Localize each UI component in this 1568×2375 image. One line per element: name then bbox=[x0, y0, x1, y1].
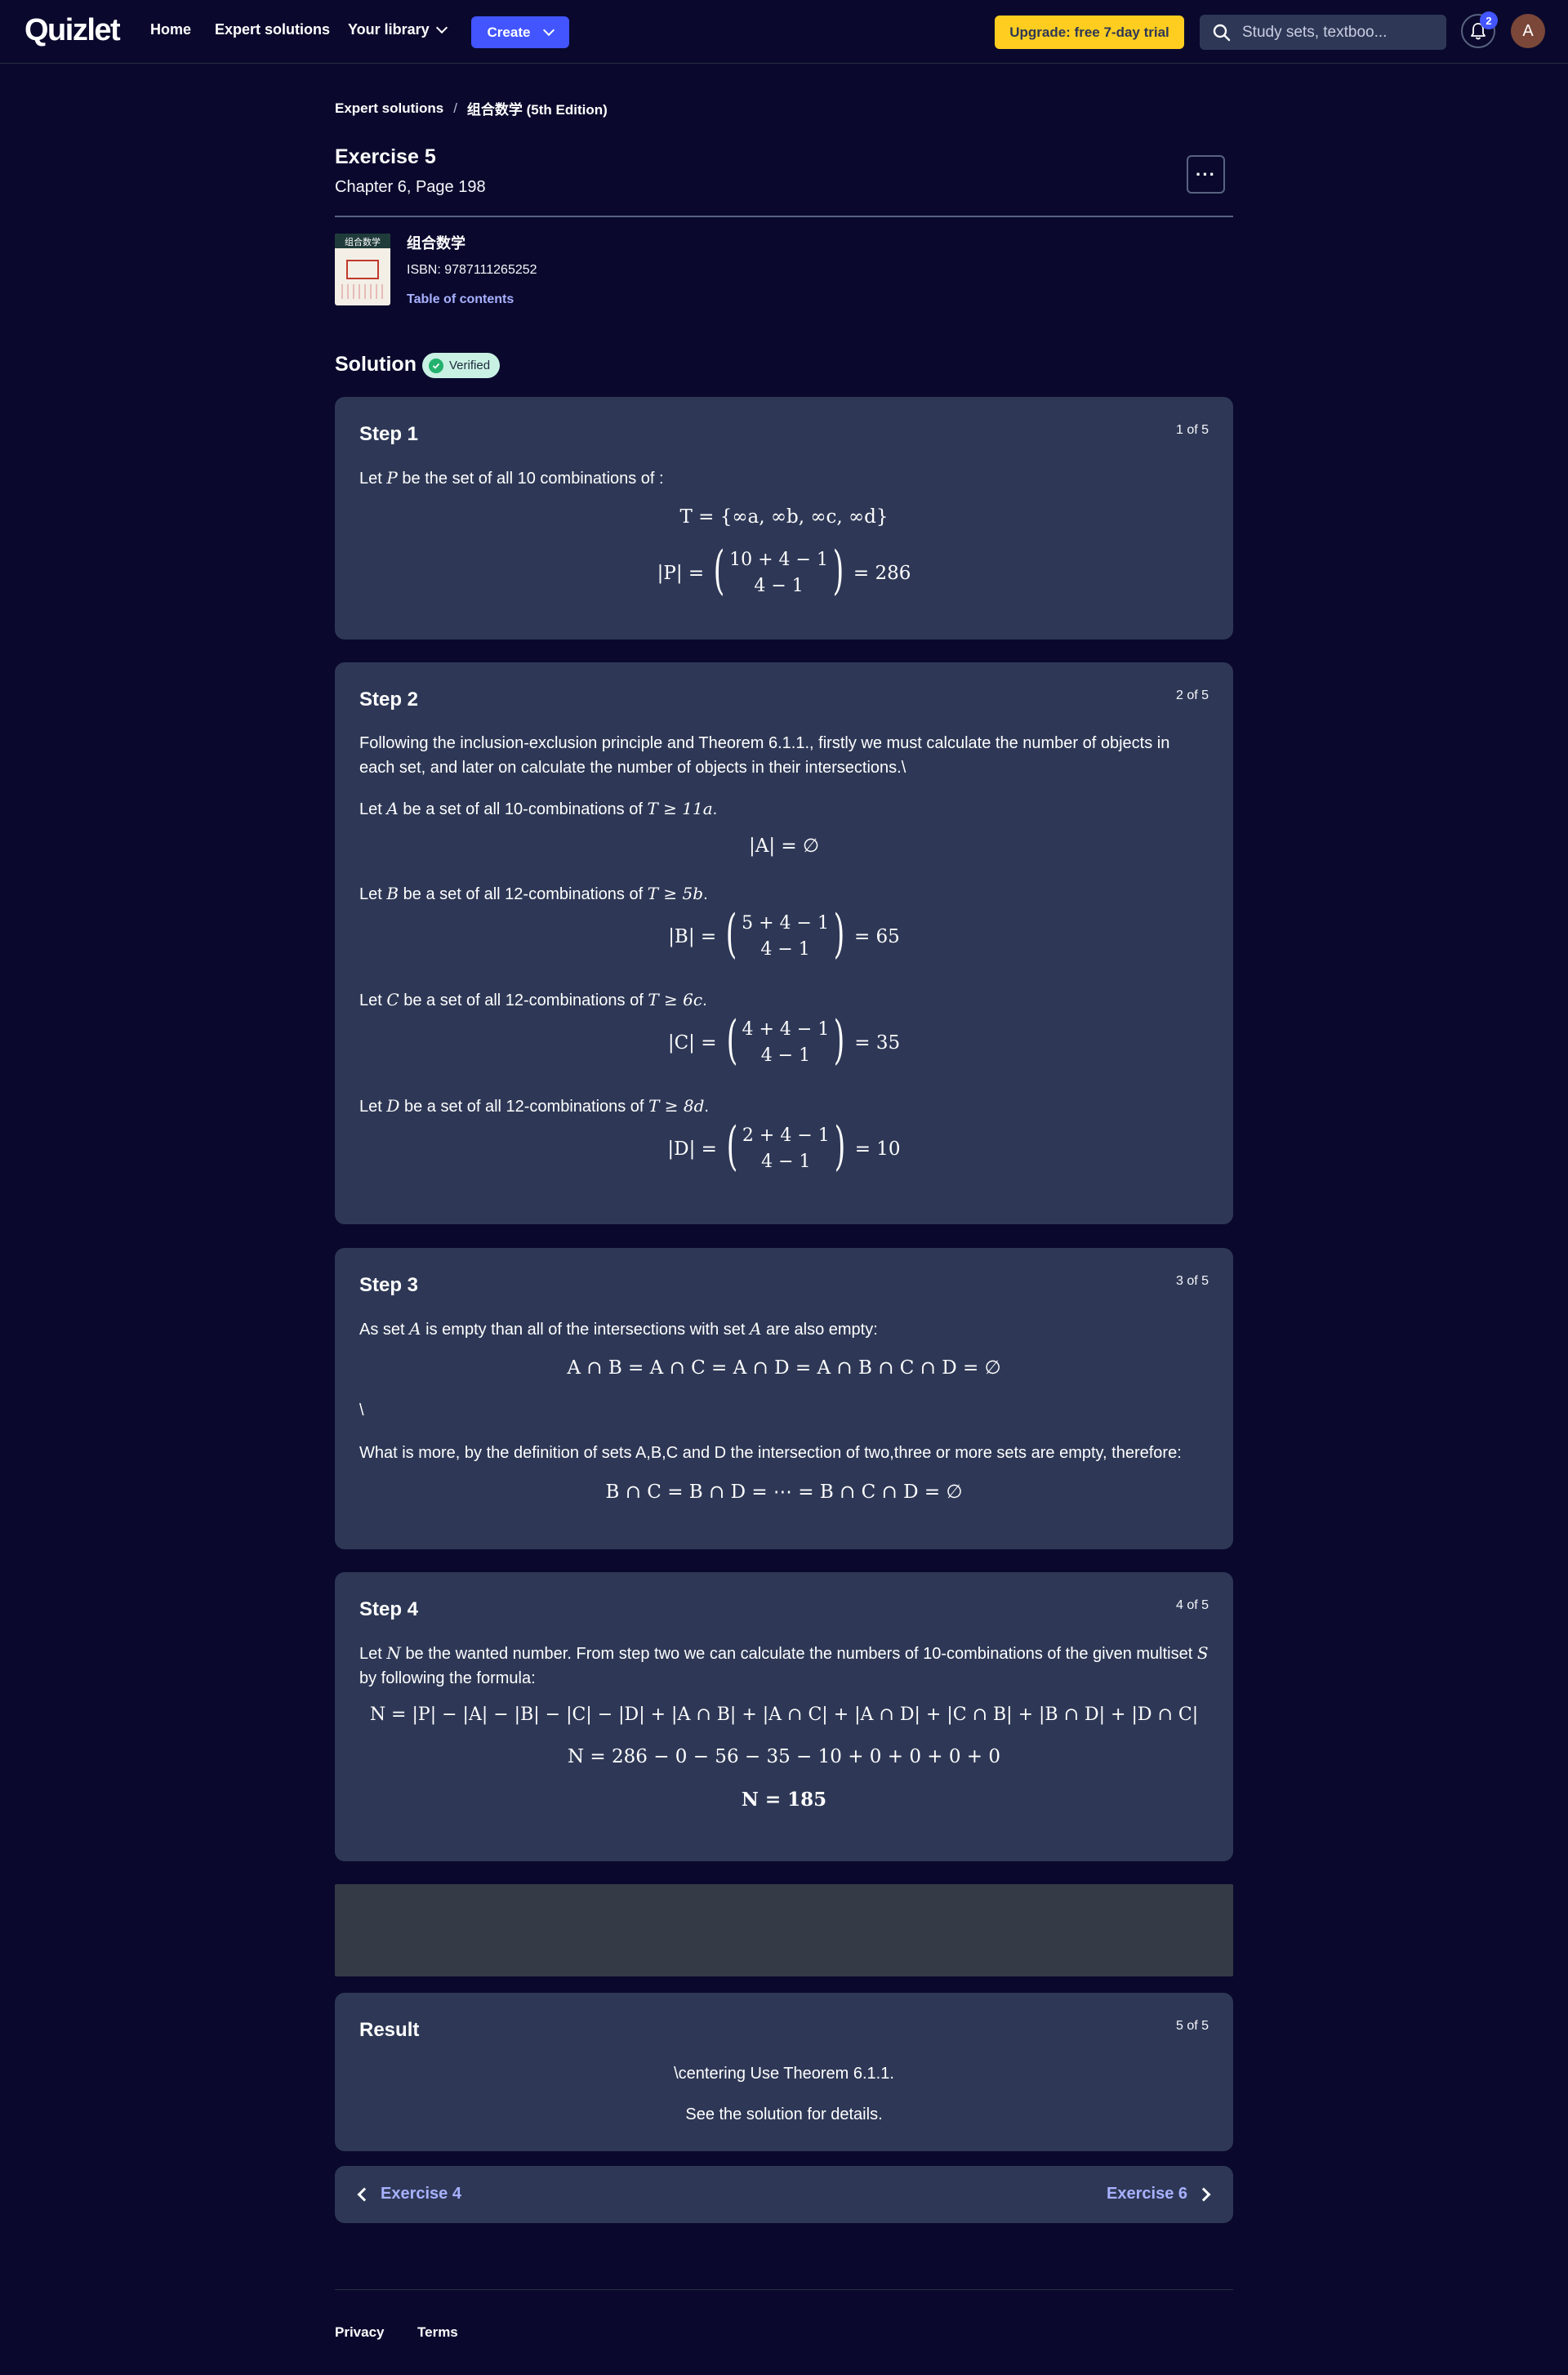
top-navigation: Quizlet Home Expert solutions Your libra… bbox=[0, 0, 1568, 64]
table-of-contents-link[interactable]: Table of contents bbox=[407, 292, 514, 307]
breadcrumb-expert-solutions[interactable]: Expert solutions bbox=[335, 100, 443, 117]
math-equation: |B| = (5 + 4 − 14 − 1) = 65 bbox=[668, 904, 900, 965]
math-equation: N = 286 − 0 − 56 − 35 − 10 + 0 + 0 + 0 +… bbox=[567, 1746, 1001, 1767]
footer-divider bbox=[335, 2289, 1233, 2290]
exercise-title: Exercise 5 bbox=[335, 145, 436, 168]
breadcrumb: Expert solutions / 组合数学 (5th Edition) bbox=[335, 98, 608, 118]
step-text: What is more, by the definition of sets … bbox=[359, 1444, 1182, 1462]
verified-check-icon bbox=[429, 358, 443, 373]
exercise-subtitle: Chapter 6, Page 198 bbox=[335, 178, 486, 196]
previous-exercise-link[interactable]: Exercise 4 bbox=[357, 2185, 461, 2203]
step-counter: 5 of 5 bbox=[1175, 2019, 1209, 2033]
search-bar[interactable] bbox=[1200, 15, 1446, 50]
step-title: Step 4 bbox=[359, 1598, 419, 1620]
upgrade-button[interactable]: Upgrade: free 7-day trial bbox=[995, 16, 1184, 49]
next-exercise-label: Exercise 6 bbox=[1107, 2185, 1187, 2203]
step-title: Step 1 bbox=[359, 423, 419, 445]
header-divider bbox=[335, 216, 1233, 217]
step-text: Let A be a set of all 10-combinations of… bbox=[359, 799, 718, 818]
search-icon bbox=[1213, 24, 1231, 41]
book-cover-label: 组合数学 bbox=[345, 237, 381, 247]
ellipsis-icon: ··· bbox=[1196, 163, 1216, 185]
math-equation: A ∩ B = A ∩ C = A ∩ D = A ∩ B ∩ C ∩ D = … bbox=[567, 1357, 1001, 1379]
math-equation: T = {∞a, ∞b, ∞c, ∞d} bbox=[679, 506, 889, 528]
book-cover-image[interactable]: 组合数学 bbox=[335, 234, 390, 305]
math-equation: B ∩ C = B ∩ D = ⋯ = B ∩ C ∩ D = ∅ bbox=[605, 1482, 963, 1503]
result-text: \centering Use Theorem 6.1.1. bbox=[674, 2065, 894, 2083]
step-counter: 1 of 5 bbox=[1175, 423, 1209, 437]
footer-privacy-link[interactable]: Privacy bbox=[335, 2324, 385, 2341]
book-title[interactable]: 组合数学 bbox=[407, 232, 466, 253]
your-library-dropdown[interactable]: Your library bbox=[348, 21, 448, 38]
notification-count-badge: 2 bbox=[1480, 11, 1498, 29]
create-label: Create bbox=[487, 24, 531, 40]
chevron-down-icon bbox=[543, 24, 555, 37]
chevron-left-icon bbox=[357, 2187, 372, 2201]
breadcrumb-separator: / bbox=[453, 100, 457, 116]
math-equation: |P| = (10 + 4 − 14 − 1) = 286 bbox=[657, 541, 911, 601]
chevron-right-icon bbox=[1196, 2187, 1211, 2201]
book-isbn: ISBN: 9787111265252 bbox=[407, 263, 537, 277]
result-title: Result bbox=[359, 2019, 420, 2041]
quizlet-logo[interactable]: Quizlet bbox=[24, 13, 121, 48]
step-text: Following the inclusion-exclusion princi… bbox=[359, 734, 1170, 777]
step-title: Step 2 bbox=[359, 688, 419, 711]
more-options-button[interactable]: ··· bbox=[1187, 155, 1225, 194]
math-equation: |D| = (2 + 4 − 14 − 1) = 10 bbox=[667, 1116, 901, 1177]
math-equation: N = |P| − |A| − |B| − |C| − |D| + |A ∩ B… bbox=[369, 1704, 1199, 1725]
nav-home-link[interactable]: Home bbox=[150, 21, 191, 38]
step-card-2: Step 2 2 of 5 Following the inclusion-ex… bbox=[335, 662, 1233, 1224]
ad-placeholder bbox=[335, 1884, 1233, 1976]
verified-badge: Verified bbox=[422, 353, 501, 378]
solution-heading: Solution bbox=[335, 353, 416, 376]
math-equation: |A| = ∅ bbox=[748, 835, 820, 857]
step-counter: 4 of 5 bbox=[1175, 1598, 1209, 1612]
result-card: Result 5 of 5 \centering Use Theorem 6.1… bbox=[335, 1993, 1233, 2151]
math-equation: |C| = (4 + 4 − 14 − 1) = 35 bbox=[667, 1010, 901, 1071]
verified-label: Verified bbox=[449, 359, 491, 372]
step-text: Let B be a set of all 12-combinations of… bbox=[359, 884, 708, 903]
footer-terms-link[interactable]: Terms bbox=[417, 2324, 458, 2341]
breadcrumb-book[interactable]: 组合数学 (5th Edition) bbox=[467, 98, 608, 118]
step-card-1: Step 1 1 of 5 Let P be the set of all 10… bbox=[335, 397, 1233, 639]
step-text: Let N be the wanted number. From step tw… bbox=[359, 1643, 1209, 1687]
step-text: Let D be a set of all 12-combinations of… bbox=[359, 1096, 709, 1116]
step-card-4: Step 4 4 of 5 Let N be the wanted number… bbox=[335, 1572, 1233, 1861]
exercise-pager: Exercise 4 Exercise 6 bbox=[335, 2166, 1233, 2223]
step-card-3: Step 3 3 of 5 As set A is empty than all… bbox=[335, 1248, 1233, 1549]
search-input[interactable] bbox=[1242, 23, 1438, 42]
step-title: Step 3 bbox=[359, 1274, 419, 1296]
result-text: See the solution for details. bbox=[685, 2105, 883, 2123]
next-exercise-link[interactable]: Exercise 6 bbox=[1107, 2185, 1211, 2203]
math-equation: N = 185 bbox=[741, 1789, 827, 1811]
your-library-label: Your library bbox=[348, 21, 430, 38]
previous-exercise-label: Exercise 4 bbox=[381, 2185, 461, 2203]
step-counter: 3 of 5 bbox=[1175, 1274, 1209, 1288]
step-text: Let P be the set of all 10 combinations … bbox=[359, 468, 664, 488]
step-counter: 2 of 5 bbox=[1175, 688, 1209, 702]
chevron-down-icon bbox=[435, 21, 448, 34]
nav-expert-solutions-link[interactable]: Expert solutions bbox=[215, 21, 330, 38]
create-button[interactable]: Create bbox=[471, 16, 569, 48]
user-avatar[interactable]: A bbox=[1511, 14, 1545, 48]
step-text: \ bbox=[359, 1401, 364, 1419]
step-text: Let C be a set of all 12-combinations of… bbox=[359, 990, 707, 1009]
step-text: As set A is empty than all of the inters… bbox=[359, 1319, 878, 1339]
